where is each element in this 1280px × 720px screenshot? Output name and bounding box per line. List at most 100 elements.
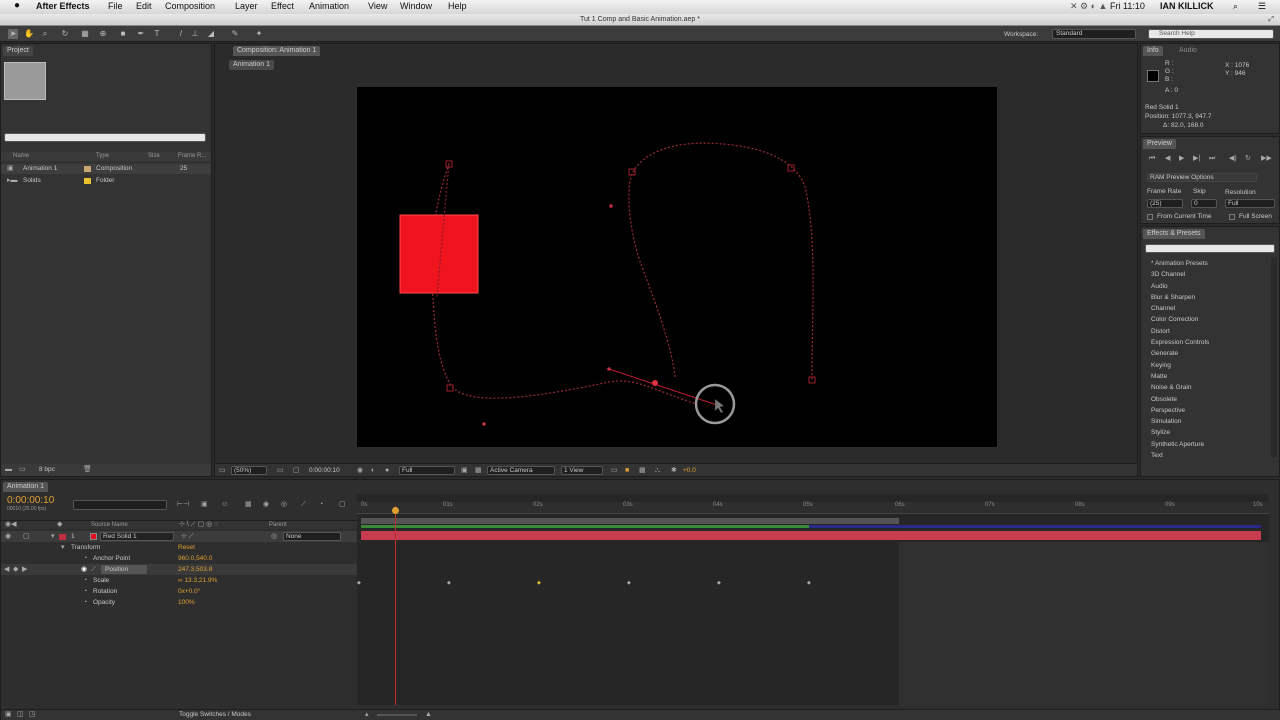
property-row[interactable]: ◀ ◆ ▶ ◉ ⟋ Position 247.3,503.8 <box>1 564 357 575</box>
auto-keyframe-icon[interactable]: ▢ <box>339 501 346 509</box>
tab-info[interactable]: Info <box>1143 46 1163 56</box>
list-item[interactable]: Simulation <box>1145 416 1269 427</box>
handle-point[interactable] <box>482 422 486 426</box>
current-position-point[interactable] <box>652 380 658 386</box>
parent-select[interactable]: None <box>283 532 341 541</box>
clone-tool-icon[interactable]: ⊥ <box>190 29 200 39</box>
project-search-field[interactable] <box>4 133 206 142</box>
zoom-tool-icon[interactable]: ⌕ <box>40 29 50 39</box>
pickwhip-icon[interactable]: ◎ <box>271 533 277 541</box>
snapshot-icon[interactable]: ◉ <box>357 467 363 475</box>
eraser-tool-icon[interactable]: ◢ <box>206 29 216 39</box>
user-name[interactable]: IAN KILLICK <box>1160 1 1214 11</box>
menu-file[interactable]: File <box>108 1 123 11</box>
search-icon[interactable]: ⌕ <box>1233 1 1238 12</box>
list-item[interactable]: ▣ Animation 1 Composition 25 <box>1 164 211 174</box>
list-item[interactable]: Audio <box>1145 281 1269 292</box>
region-of-interest-icon[interactable]: ▣ <box>461 467 468 475</box>
layer-name-field[interactable]: Red Solid 1 <box>100 532 174 541</box>
property-row[interactable]: ◔ Scale ∞ 13.3,21.9% <box>1 575 357 586</box>
time-graph[interactable]: 0s 01s 02s 03s 04s 05s 06s 07s 08s 09s 1… <box>357 494 1269 705</box>
workspace-select[interactable]: Standard <box>1052 29 1136 39</box>
selection-tool-icon[interactable]: ➤ <box>8 29 18 39</box>
bpc-label[interactable]: 8 bpc <box>39 465 55 474</box>
graph-editor-icon[interactable]: ⟋ <box>301 501 306 509</box>
red-solid-layer[interactable] <box>399 214 479 294</box>
list-item[interactable]: Keying <box>1145 360 1269 371</box>
col-type[interactable]: Type <box>96 152 109 161</box>
live-update-icon[interactable]: ◔ <box>319 501 323 509</box>
play-icon[interactable]: ▶ <box>1179 155 1184 163</box>
zoom-in-icon[interactable]: ▲ <box>425 711 432 719</box>
tab-composition[interactable]: Composition: Animation 1 <box>233 46 321 56</box>
handle-point[interactable] <box>609 204 613 208</box>
loop-icon[interactable]: ↻ <box>1245 155 1251 163</box>
menu-view[interactable]: View <box>368 1 387 11</box>
list-item[interactable]: Generate <box>1145 348 1269 359</box>
list-item[interactable]: Matte <box>1145 371 1269 382</box>
keyframe-marker[interactable]: ◆ <box>717 579 721 587</box>
app-menu[interactable]: After Effects <box>36 1 90 11</box>
work-area-bar[interactable] <box>361 518 899 524</box>
camera-select[interactable]: Active Camera <box>487 466 555 475</box>
pan-behind-tool-icon[interactable]: ⊕ <box>98 29 108 39</box>
transfer-controls-icon[interactable]: ◫ <box>17 711 24 719</box>
playhead-handle[interactable] <box>392 507 399 514</box>
shy-icon[interactable]: ☺ <box>221 501 228 509</box>
timeline-search-field[interactable] <box>73 500 167 510</box>
mask-visibility-icon[interactable]: ▢ <box>293 467 300 475</box>
list-item[interactable]: ▸▬ Solids Folder <box>1 176 211 186</box>
list-item[interactable]: Distort <box>1145 326 1269 337</box>
keyframe-point[interactable] <box>446 384 454 392</box>
lock-icon[interactable]: ▢ <box>23 533 30 541</box>
pen-tool-icon[interactable]: ✒ <box>136 29 146 39</box>
toggle-pixel-icon[interactable]: ▭ <box>611 467 618 475</box>
always-preview-icon[interactable]: ▭ <box>219 467 226 475</box>
list-item[interactable]: Channel <box>1145 303 1269 314</box>
menu-composition[interactable]: Composition <box>165 1 215 11</box>
property-row[interactable]: ◔ Anchor Point 960.0,540.0 <box>1 553 357 564</box>
list-item[interactable]: Noise & Grain <box>1145 382 1269 393</box>
show-snapshot-icon[interactable]: ◐ <box>371 467 375 475</box>
list-item[interactable]: * Animation Presets <box>1145 258 1269 269</box>
add-keyframe-icon[interactable]: ◆ <box>13 566 18 574</box>
camera-tool-icon[interactable]: ▦ <box>80 29 90 39</box>
ram-preview-select[interactable]: RAM Preview Options <box>1147 173 1257 182</box>
rotate-tool-icon[interactable]: ↻ <box>60 29 70 39</box>
keyframe-marker[interactable]: ◆ <box>357 579 361 587</box>
list-item[interactable]: 3D Channel <box>1145 269 1269 280</box>
prev-frame-icon[interactable]: ◀ <box>1165 155 1170 163</box>
skip-select[interactable]: 0 <box>1191 199 1217 208</box>
graph-icon[interactable]: ⟋ <box>91 566 96 574</box>
next-frame-icon[interactable]: ▶| <box>1193 155 1200 163</box>
list-item[interactable]: Color Correction <box>1145 314 1269 325</box>
safe-zones-icon[interactable]: ▭ <box>277 467 284 475</box>
brainstorm-icon[interactable]: ◎ <box>281 501 287 509</box>
layer-switches-icon[interactable]: ⊹ ⟋ <box>181 533 194 541</box>
comp-mini-flowchart-icon[interactable]: ⊢⊣ <box>177 501 189 509</box>
next-keyframe-icon[interactable]: ▶ <box>22 566 27 574</box>
fullscreen-icon[interactable]: ⤢ <box>1268 14 1274 25</box>
frame-blending-icon[interactable]: ▦ <box>245 501 252 509</box>
layer-switches-pane-icon[interactable]: ▣ <box>5 711 12 719</box>
col-size[interactable]: Size <box>148 152 160 161</box>
tab-timeline[interactable]: Animation 1 <box>3 482 48 492</box>
timeline-icon[interactable]: ▦ <box>639 467 646 475</box>
menu-effect[interactable]: Effect <box>271 1 294 11</box>
magnification-select[interactable]: (50%) <box>231 466 267 475</box>
channel-icon[interactable]: ● <box>385 467 389 475</box>
tab-animation-1[interactable]: Animation 1 <box>229 60 274 70</box>
menu-edit[interactable]: Edit <box>136 1 152 11</box>
hand-tool-icon[interactable]: ✋ <box>24 29 34 39</box>
keyframe-marker[interactable]: ◆ <box>537 579 541 587</box>
keyframe-point[interactable] <box>787 164 795 172</box>
expand-transform-icon[interactable]: ▾ <box>61 544 65 552</box>
motion-blur-icon[interactable]: ◉ <box>263 501 269 509</box>
apple-icon[interactable]: ● <box>14 0 20 11</box>
list-item[interactable]: Blur & Sharpen <box>1145 292 1269 303</box>
property-row[interactable]: ◔ Opacity 100% <box>1 597 357 608</box>
fast-preview-icon[interactable]: ■ <box>625 467 629 475</box>
resolution-select[interactable]: Full <box>399 466 455 475</box>
exposure-icon[interactable]: ✱ <box>671 467 677 475</box>
tab-project[interactable]: Project <box>3 46 33 56</box>
